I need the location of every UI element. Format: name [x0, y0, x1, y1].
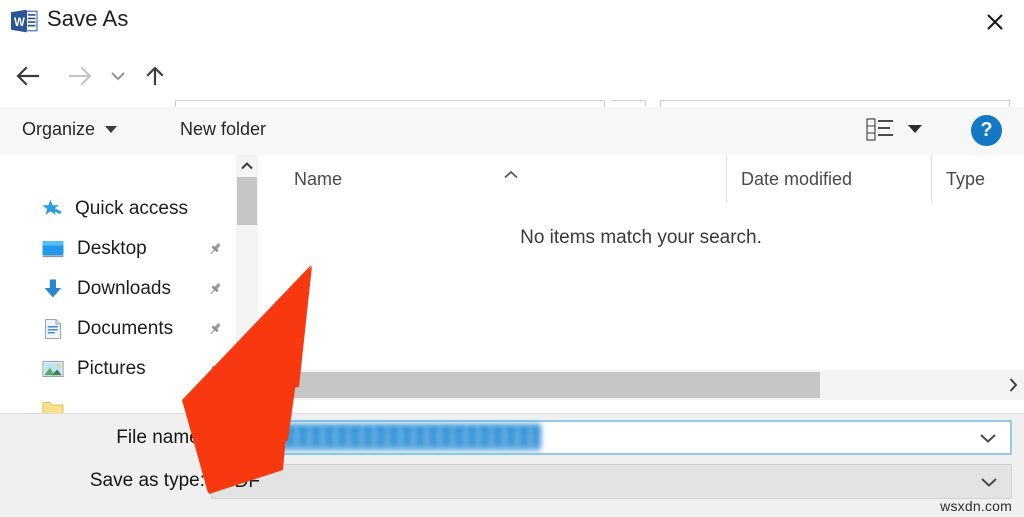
sidebar-item-label: Documents — [77, 318, 174, 339]
sidebar-item-label: Desktop — [77, 238, 147, 259]
close-button[interactable] — [966, 0, 1024, 43]
file-list-horizontal-scrollbar[interactable] — [258, 370, 1024, 400]
desktop-icon — [40, 236, 66, 262]
sidebar-item-partial[interactable] — [0, 389, 236, 413]
word-icon: W — [10, 7, 38, 35]
column-header-label: Date modified — [741, 168, 853, 189]
navigation-pane: Quick access Desktop Downloads Documents… — [0, 155, 236, 413]
pin-icon[interactable] — [207, 241, 223, 257]
list-view-icon[interactable] — [866, 117, 896, 143]
pin-icon[interactable] — [207, 361, 223, 377]
column-header-label: Name — [294, 168, 343, 189]
sidebar-item-documents[interactable]: Documents — [0, 309, 236, 349]
sidebar-item-downloads[interactable]: Downloads — [0, 269, 236, 309]
up-arrow-icon[interactable] — [138, 59, 172, 93]
save-as-type-chevron-down-icon[interactable] — [974, 465, 1004, 498]
help-button[interactable]: ? — [971, 115, 1002, 146]
svg-text:W: W — [14, 17, 25, 29]
scroll-left-arrow-icon[interactable] — [258, 370, 280, 400]
forward-arrow-icon — [63, 59, 97, 93]
pin-icon[interactable] — [207, 321, 223, 337]
dialog-title: Save As — [47, 6, 129, 31]
sidebar-item-label: Downloads — [77, 278, 171, 299]
pin-icon[interactable] — [207, 401, 223, 413]
sidebar-item-label: Quick access — [75, 198, 188, 219]
column-header-type[interactable]: Type — [931, 155, 1024, 203]
column-header-name[interactable]: Name — [258, 155, 726, 203]
folder-icon — [40, 396, 66, 413]
watermark: wsxdn.com — [940, 498, 1012, 514]
save-as-type-value: PDF — [222, 470, 260, 492]
file-name-input[interactable] — [211, 420, 1012, 455]
sidebar-item-quick-access[interactable]: Quick access — [0, 189, 236, 229]
recent-locations-chevron-down-icon[interactable] — [105, 59, 131, 93]
save-as-type-label: Save as type: — [89, 470, 205, 491]
sidebar-item-desktop[interactable]: Desktop — [0, 229, 236, 269]
dialog-body: Quick access Desktop Downloads Documents… — [0, 155, 1024, 413]
file-name-chevron-down-icon[interactable] — [973, 422, 1003, 453]
pin-icon[interactable] — [207, 281, 223, 297]
chevron-down-icon — [105, 126, 118, 133]
star-pin-icon — [38, 196, 64, 222]
organize-button[interactable]: Organize — [22, 119, 118, 140]
save-as-dialog: W Save As Organize New folder ? Quick ac… — [0, 0, 1024, 517]
column-header-label: Type — [946, 168, 986, 189]
sidebar-item-pictures[interactable]: Pictures — [0, 349, 236, 389]
sidebar-item-label: Pictures — [77, 358, 146, 379]
sort-ascending-caret-icon — [503, 164, 519, 179]
scrollbar-thumb[interactable] — [237, 177, 257, 225]
pictures-icon — [40, 356, 66, 382]
navigation-bar: « Documents › Blank Search Blank — [0, 44, 1024, 136]
document-icon — [40, 316, 66, 342]
file-name-label: File name: — [116, 427, 205, 448]
new-folder-button[interactable]: New folder — [180, 119, 266, 140]
view-chevron-down-icon[interactable] — [908, 125, 922, 133]
download-icon — [40, 276, 66, 302]
column-header-date-modified[interactable]: Date modified — [726, 155, 932, 203]
organize-label: Organize — [22, 119, 96, 139]
scrollbar-thumb[interactable] — [283, 372, 820, 398]
scroll-up-arrow-icon[interactable] — [236, 155, 258, 177]
title-bar: W Save As — [0, 0, 1024, 44]
save-as-type-select[interactable]: PDF — [211, 464, 1012, 499]
navigation-pane-scrollbar[interactable] — [236, 155, 258, 413]
file-name-redacted-overlay — [255, 426, 535, 447]
back-arrow-icon[interactable] — [11, 59, 45, 93]
empty-state-message: No items match your search. — [520, 227, 762, 248]
scroll-right-arrow-icon[interactable] — [1002, 370, 1024, 400]
